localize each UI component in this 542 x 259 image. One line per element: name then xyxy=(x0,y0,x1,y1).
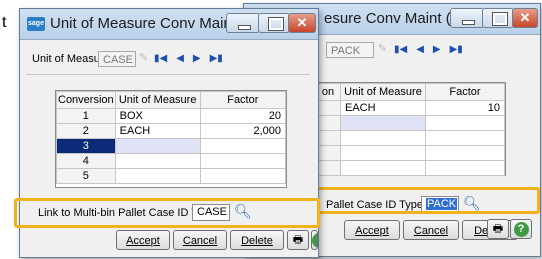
col-header-uom: Unit of Measure xyxy=(340,83,426,101)
print-icon[interactable]: 🖶︎ xyxy=(487,219,509,239)
first-record-icon[interactable]: ▮◀ xyxy=(394,44,407,55)
conversion-table: Conversion Unit of Measure Factor 1 BOX … xyxy=(55,90,287,188)
cell-factor[interactable] xyxy=(199,168,287,184)
cell-factor[interactable] xyxy=(199,153,287,169)
maximize-icon[interactable] xyxy=(482,8,514,28)
accept-button[interactable]: Accept xyxy=(116,230,170,250)
table-row[interactable] xyxy=(315,115,505,131)
table-row[interactable]: 2 EACH 2,000 xyxy=(56,123,287,139)
cell-conversion: 1 xyxy=(56,108,116,124)
nav-buttons: ▮◀ ◀ ▶ ▶▮ xyxy=(154,53,223,64)
table-row[interactable]: EACH 10 xyxy=(315,100,505,116)
cell-factor[interactable]: 20 xyxy=(199,108,287,124)
col-header-conversion: Conversion xyxy=(56,91,116,109)
table-row[interactable] xyxy=(315,130,505,146)
cell-conversion: 2 xyxy=(56,123,116,139)
back-cancel-button[interactable]: Cancel xyxy=(403,220,459,240)
back-highlight-box xyxy=(300,187,540,214)
cell-uom[interactable] xyxy=(114,153,201,169)
cell-uom[interactable]: EACH xyxy=(114,123,201,139)
col-header-factor: Factor xyxy=(425,83,505,101)
cell-conversion: 4 xyxy=(56,153,116,169)
table-row[interactable]: 4 xyxy=(56,153,287,169)
back-accept-button[interactable]: Accept xyxy=(344,220,400,240)
stray-text: t xyxy=(2,14,7,31)
cell-factor[interactable]: 2,000 xyxy=(199,123,287,139)
cell-uom[interactable] xyxy=(114,168,201,184)
minimize-icon[interactable] xyxy=(226,13,260,33)
back-conversion-table: on Unit of Measure Factor EACH 10 xyxy=(314,82,506,176)
back-nav-buttons: ▮◀ ◀ ▶ ▶▮ xyxy=(394,44,463,55)
uom-field[interactable]: CASE xyxy=(98,51,136,67)
last-record-icon[interactable]: ▶▮ xyxy=(450,44,463,55)
maximize-icon[interactable] xyxy=(258,13,290,33)
first-record-icon[interactable]: ▮◀ xyxy=(154,53,167,64)
cell-conversion: 5 xyxy=(56,168,116,184)
last-record-icon[interactable]: ▶▮ xyxy=(210,53,223,64)
table-row[interactable]: 1 BOX 20 xyxy=(56,108,287,124)
col-header-factor: Factor xyxy=(199,91,287,109)
cell-conversion: 3 xyxy=(56,138,116,154)
cell-uom[interactable]: EACH xyxy=(340,100,426,116)
minimize-icon[interactable] xyxy=(450,8,484,28)
cell-factor[interactable] xyxy=(199,138,287,154)
edit-icon: ✎ xyxy=(378,43,388,55)
edit-icon: ✎ xyxy=(139,52,149,64)
next-record-icon[interactable]: ▶ xyxy=(433,44,441,55)
table-row[interactable]: 5 xyxy=(56,168,287,184)
app-logo-icon: sage xyxy=(27,17,45,31)
front-highlight-box xyxy=(14,198,320,228)
print-icon[interactable]: 🖶︎ xyxy=(287,230,309,250)
close-icon[interactable]: ✕ xyxy=(288,13,316,33)
table-row[interactable]: 3 xyxy=(56,138,287,154)
prev-record-icon[interactable]: ◀ xyxy=(176,53,184,64)
table-row[interactable] xyxy=(315,145,505,161)
front-titlebar: sage Unit of Measure Conv Maint (A... ✕ xyxy=(20,9,318,40)
back-uom-field[interactable]: PACK xyxy=(326,42,374,58)
cell-uom[interactable]: BOX xyxy=(114,108,201,124)
cancel-button[interactable]: Cancel xyxy=(173,230,227,250)
delete-button[interactable]: Delete xyxy=(230,230,284,250)
col-header-conversion: on xyxy=(315,83,341,101)
help-icon[interactable]: ? xyxy=(311,230,318,250)
prev-record-icon[interactable]: ◀ xyxy=(416,44,424,55)
col-header-uom: Unit of Measure xyxy=(114,91,201,109)
next-record-icon[interactable]: ▶ xyxy=(193,53,201,64)
help-icon[interactable]: ? xyxy=(510,219,532,239)
cell-factor[interactable]: 10 xyxy=(425,100,505,116)
separator xyxy=(26,74,310,75)
close-icon[interactable]: ✕ xyxy=(512,8,538,28)
table-row[interactable] xyxy=(315,160,505,176)
cell-uom[interactable] xyxy=(114,138,201,154)
